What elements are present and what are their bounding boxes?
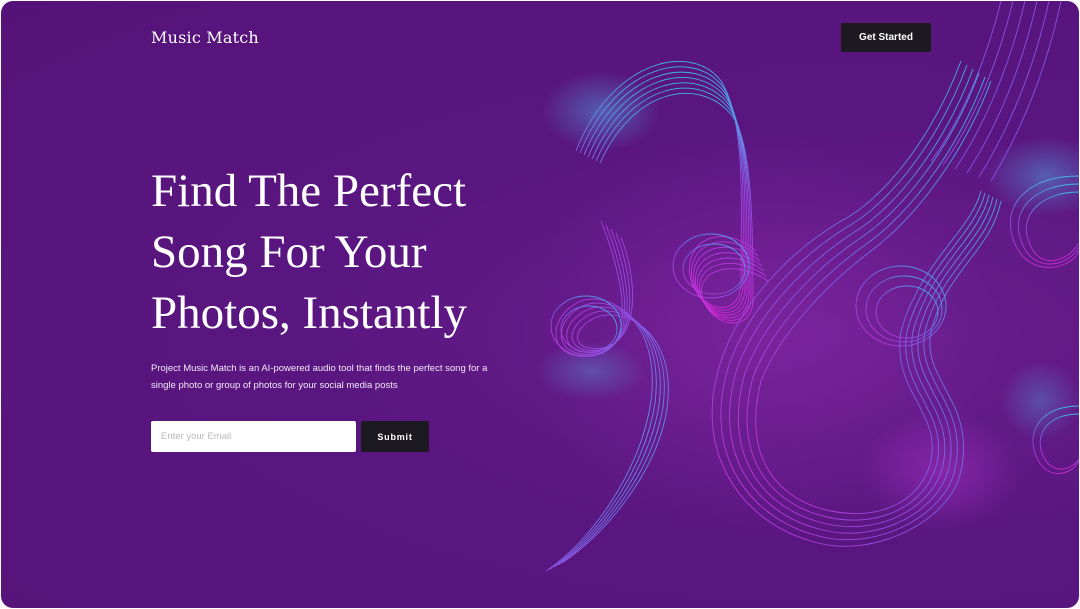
get-started-button[interactable]: Get Started	[841, 23, 931, 52]
submit-button[interactable]: Submit	[361, 421, 429, 452]
hero-title: Find The Perfect Song For Your Photos, I…	[151, 165, 467, 339]
hero-description: Project Music Match is an AI-powered aud…	[151, 363, 488, 391]
site-logo[interactable]: Music Match	[151, 28, 259, 47]
email-input[interactable]	[151, 421, 356, 452]
landing-page: Music Match Get Started Find The Perfect…	[1, 1, 1079, 608]
